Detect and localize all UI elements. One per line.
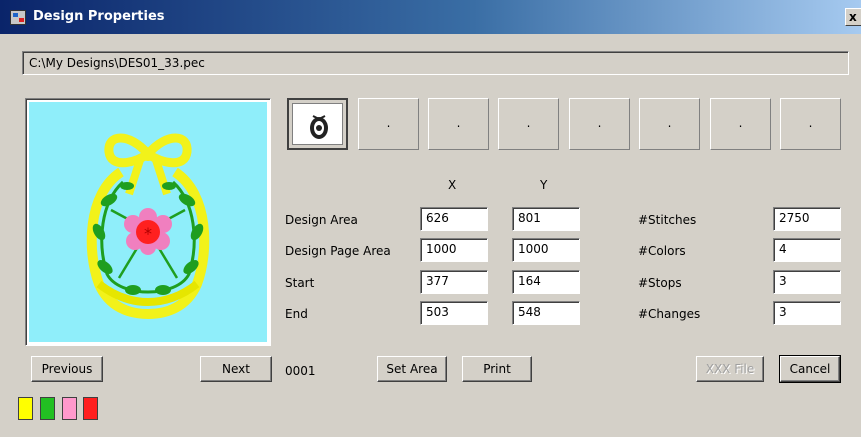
design-thumbnail-1[interactable]	[287, 98, 348, 150]
end-y-field: 548	[512, 301, 580, 325]
thumbnail-placeholder: .	[738, 116, 743, 130]
changes-field: 3	[773, 301, 841, 325]
colors-field: 4	[773, 238, 841, 262]
stops-label: #Stops	[638, 276, 682, 290]
thumbnail-image	[292, 103, 343, 145]
previous-button[interactable]: Previous	[31, 356, 103, 382]
thread-color-swatch-1	[18, 397, 33, 420]
column-header-y: Y	[540, 178, 548, 192]
thumbnail-placeholder: .	[597, 116, 602, 130]
row-label-end: End	[285, 307, 308, 321]
xxx-file-button[interactable]: XXX File	[696, 356, 764, 382]
page-number: 0001	[285, 364, 316, 378]
page-area-y-field: 1000	[512, 238, 580, 262]
column-header-x: X	[448, 178, 457, 192]
thumbnail-placeholder: .	[526, 116, 531, 130]
design-preview: *	[25, 98, 271, 346]
row-label-design-area: Design Area	[285, 213, 358, 227]
stitches-field: 2750	[773, 207, 841, 231]
next-button[interactable]: Next	[200, 356, 272, 382]
design-thumbnail-5[interactable]: .	[569, 98, 630, 150]
thumbnail-placeholder: .	[456, 116, 461, 130]
design-thumbnail-2[interactable]: .	[358, 98, 419, 150]
design-thumbnail-3[interactable]: .	[428, 98, 489, 150]
design-thumbnail-8[interactable]: .	[780, 98, 841, 150]
file-path-field: C:\My Designs\DES01_33.pec	[22, 51, 849, 75]
close-icon[interactable]: x	[845, 8, 861, 26]
start-x-field: 377	[420, 270, 488, 294]
file-path-text: C:\My Designs\DES01_33.pec	[29, 56, 205, 70]
design-thumbnail-4[interactable]: .	[498, 98, 559, 150]
cancel-button[interactable]: Cancel	[779, 355, 841, 383]
colors-label: #Colors	[638, 244, 686, 258]
thumbnail-placeholder: .	[386, 116, 391, 130]
thumbnail-placeholder: .	[667, 116, 672, 130]
title-bar: Design Properties x	[0, 0, 861, 34]
design-thumbnail-7[interactable]: .	[710, 98, 771, 150]
design-mini-icon	[310, 115, 328, 139]
design-thumbnail-6[interactable]: .	[639, 98, 700, 150]
end-x-field: 503	[420, 301, 488, 325]
row-label-start: Start	[285, 276, 315, 290]
thread-color-swatch-2	[40, 397, 55, 420]
start-y-field: 164	[512, 270, 580, 294]
set-area-button[interactable]: Set Area	[377, 356, 447, 382]
stitches-label: #Stitches	[638, 213, 697, 227]
stops-field: 3	[773, 270, 841, 294]
design-area-x-field: 626	[420, 207, 488, 231]
svg-text:*: *	[144, 224, 152, 243]
embroidery-design-image: *	[86, 133, 210, 320]
thumbnail-placeholder: .	[808, 116, 813, 130]
changes-label: #Changes	[638, 307, 701, 321]
page-area-x-field: 1000	[420, 238, 488, 262]
row-label-design-page-area: Design Page Area	[285, 244, 391, 258]
print-button[interactable]: Print	[462, 356, 532, 382]
design-preview-canvas: *	[29, 102, 267, 342]
thread-color-swatch-3	[62, 397, 77, 420]
app-icon	[10, 10, 26, 25]
design-area-y-field: 801	[512, 207, 580, 231]
window-title: Design Properties	[33, 9, 165, 24]
thread-color-swatch-4	[83, 397, 98, 420]
